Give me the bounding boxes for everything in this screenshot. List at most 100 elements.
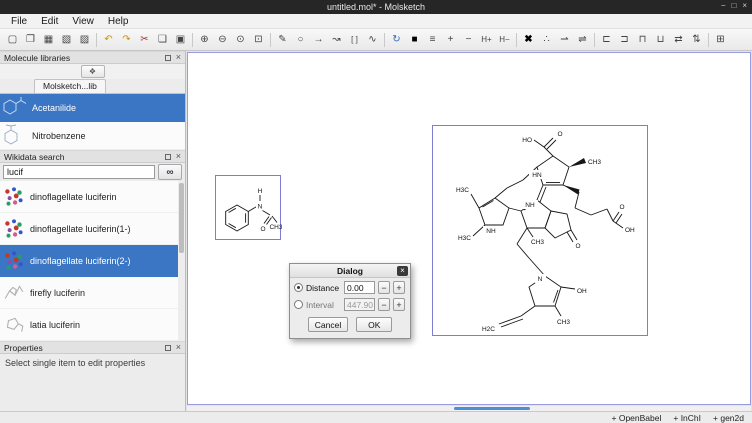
- wikidata-result-label: dinoflagellate luciferin(2-): [30, 256, 131, 266]
- panel-title: Molecule libraries: [4, 53, 165, 63]
- charge-minus-icon[interactable]: −: [460, 31, 477, 49]
- rotate-tool-icon[interactable]: ↻: [388, 31, 405, 49]
- zoom-in-icon[interactable]: ⊕: [196, 31, 213, 49]
- undock-panel-icon[interactable]: [165, 345, 171, 351]
- atom-label: OH: [577, 288, 587, 295]
- wikidata-result-item[interactable]: dinoflagellate luciferin(2-): [0, 245, 185, 277]
- cancel-button[interactable]: Cancel: [308, 317, 348, 332]
- search-button[interactable]: ∞: [158, 164, 182, 180]
- wikidata-result-item[interactable]: firefly luciferin: [0, 277, 185, 309]
- dialog-titlebar[interactable]: Dialog ×: [290, 264, 410, 278]
- charge-plus-icon[interactable]: +: [442, 31, 459, 49]
- delete-tool-icon[interactable]: ✖: [520, 31, 537, 49]
- window-controls: − □ ×: [721, 1, 747, 10]
- ring-tool-icon[interactable]: ○: [292, 31, 309, 49]
- zoom-out-icon[interactable]: ⊖: [214, 31, 231, 49]
- zoom-fit-icon[interactable]: ⊡: [250, 31, 267, 49]
- distance-radio[interactable]: [294, 283, 303, 292]
- atom-label: O: [557, 131, 562, 138]
- horizontal-scrollbar-thumb[interactable]: [454, 407, 530, 410]
- copy-icon[interactable]: ❏: [154, 31, 171, 49]
- maximize-button[interactable]: □: [731, 1, 736, 10]
- search-input[interactable]: [3, 165, 155, 179]
- curve-arrow-icon[interactable]: ↝: [328, 31, 345, 49]
- wikidata-result-item[interactable]: latia luciferin: [0, 309, 185, 341]
- panel-header-molecule-libraries: Molecule libraries ×: [0, 51, 185, 64]
- close-panel-icon[interactable]: ×: [176, 152, 181, 161]
- align-bottom-icon[interactable]: ⊔: [652, 31, 669, 49]
- dialog-window: Dialog × Distance 0.00 − + Interval 447.…: [289, 263, 411, 339]
- interval-radio[interactable]: [294, 300, 303, 309]
- title-bar: untitled.mol* - Molsketch − □ ×: [0, 0, 752, 14]
- menu-edit[interactable]: Edit: [34, 16, 65, 27]
- add-hydrogen-icon[interactable]: H+: [478, 31, 495, 49]
- drawing-scene[interactable]: H N O CH3: [187, 52, 751, 405]
- scrollbar-track[interactable]: [178, 181, 185, 341]
- align-right-icon[interactable]: ⊐: [616, 31, 633, 49]
- bracket-tool-icon[interactable]: [ ]: [346, 31, 363, 49]
- distance-decrement-button[interactable]: −: [378, 281, 390, 294]
- molecule-acetanilide[interactable]: H N O CH3: [215, 175, 281, 240]
- tab-molsketch-lib[interactable]: Molsketch...lib: [34, 79, 106, 93]
- close-panel-icon[interactable]: ×: [176, 53, 181, 62]
- menu-file[interactable]: File: [4, 16, 34, 27]
- atom-label: HN: [532, 172, 542, 179]
- lone-pair-tool-icon[interactable]: ∴: [538, 31, 555, 49]
- undo-icon[interactable]: ↶: [100, 31, 117, 49]
- ok-button[interactable]: OK: [356, 317, 392, 332]
- flip-vertical-icon[interactable]: ⇅: [688, 31, 705, 49]
- wikidata-result-label: dinoflagellate luciferin(1-): [30, 224, 131, 234]
- menu-view[interactable]: View: [65, 16, 101, 27]
- equilibrium-arrow-icon[interactable]: ⇌: [574, 31, 591, 49]
- scrollbar-thumb[interactable]: [179, 183, 184, 253]
- snap-grid-icon[interactable]: ⊞: [712, 31, 729, 49]
- reaction-arrow-icon[interactable]: →: [310, 31, 327, 49]
- interval-increment-button[interactable]: +: [393, 298, 405, 311]
- interval-decrement-button[interactable]: −: [378, 298, 390, 311]
- dialog-close-button[interactable]: ×: [397, 266, 408, 276]
- library-item-nitrobenzene[interactable]: Nitrobenzene: [0, 122, 185, 150]
- menu-help[interactable]: Help: [101, 16, 136, 27]
- remove-hydrogen-icon[interactable]: H−: [496, 31, 513, 49]
- panel-title: Properties: [4, 343, 165, 353]
- paste-icon[interactable]: ▣: [172, 31, 189, 49]
- pen-tool-icon[interactable]: ✎: [274, 31, 291, 49]
- undock-panel-icon[interactable]: [165, 55, 171, 61]
- redo-icon[interactable]: ↷: [118, 31, 135, 49]
- color-picker-icon[interactable]: ■: [406, 31, 423, 49]
- chain-tool-icon[interactable]: ∿: [364, 31, 381, 49]
- close-panel-icon[interactable]: ×: [176, 343, 181, 352]
- panel-title: Wikidata search: [4, 152, 165, 162]
- mechanism-arrow-icon[interactable]: ⇀: [556, 31, 573, 49]
- interval-input[interactable]: 447.90: [344, 298, 375, 311]
- flip-horizontal-icon[interactable]: ⇄: [670, 31, 687, 49]
- undock-panel-icon[interactable]: [165, 154, 171, 160]
- export-image-icon[interactable]: ▧: [58, 31, 75, 49]
- zoom-original-icon[interactable]: ⊙: [232, 31, 249, 49]
- panel-header-properties: Properties ×: [0, 341, 185, 354]
- atom-label: NH: [486, 228, 496, 235]
- acetanilide-structure: H N O CH3: [216, 176, 282, 241]
- molecule-luciferin[interactable]: HO O HN CH3 O OH H3C H3C NH NH CH3 O N O…: [432, 125, 648, 336]
- library-item-acetanilide[interactable]: Acetanilide: [0, 94, 185, 122]
- molecule-sketch-icon: [3, 282, 25, 304]
- save-file-icon[interactable]: ▦: [40, 31, 57, 49]
- horizontal-scrollbar[interactable]: [187, 406, 751, 411]
- wikidata-result-item[interactable]: dinoflagellate luciferin: [0, 181, 185, 213]
- open-library-button[interactable]: ❖: [81, 65, 105, 78]
- line-width-icon[interactable]: ≡: [424, 31, 441, 49]
- wikidata-result-item[interactable]: dinoflagellate luciferin(1-): [0, 213, 185, 245]
- properties-hint: Select single item to edit properties: [0, 354, 185, 411]
- distance-increment-button[interactable]: +: [393, 281, 405, 294]
- minimize-button[interactable]: −: [721, 1, 726, 10]
- new-file-icon[interactable]: ▢: [4, 31, 21, 49]
- align-top-icon[interactable]: ⊓: [634, 31, 651, 49]
- atom-label: CH3: [269, 224, 282, 231]
- close-button[interactable]: ×: [742, 1, 747, 10]
- cut-icon[interactable]: ✂: [136, 31, 153, 49]
- distance-input[interactable]: 0.00: [344, 281, 375, 294]
- print-icon[interactable]: ▨: [76, 31, 93, 49]
- open-file-icon[interactable]: ❐: [22, 31, 39, 49]
- atom-label: H3C: [458, 235, 471, 242]
- align-left-icon[interactable]: ⊏: [598, 31, 615, 49]
